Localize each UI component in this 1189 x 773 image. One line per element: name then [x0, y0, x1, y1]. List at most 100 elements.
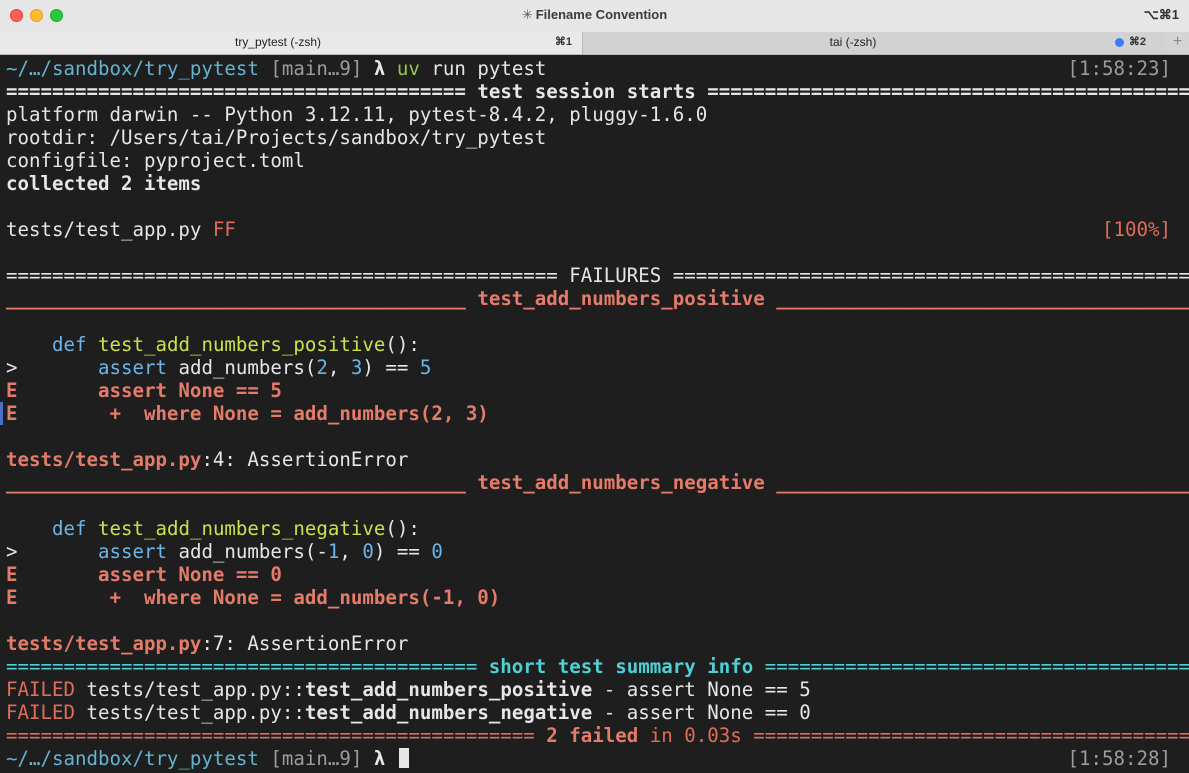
code-assert-line: > assert add_numbers(2, 3) == 5	[6, 356, 431, 379]
title-bar: ✳ Filename Convention ⌥⌘1	[0, 0, 1189, 33]
marker-bar	[0, 402, 3, 425]
prompt-lambda: λ	[373, 747, 386, 770]
code-assert-line: > assert add_numbers(-1, 0) == 0	[6, 540, 443, 563]
progress-result: FF	[212, 218, 236, 241]
terminal-output[interactable]: ~/…/sandbox/try_pytest [main…9] λ uv run…	[0, 55, 1189, 773]
summary-header: ========================================…	[6, 655, 1189, 678]
call-close: ) ==	[362, 356, 420, 379]
failure-test-name: test_add_numbers_negative	[465, 471, 777, 494]
new-tab-button[interactable]: +	[1166, 32, 1189, 54]
prompt-path: ~/…/sandbox/try_pytest	[6, 747, 259, 770]
failure-test-name: test_add_numbers_positive	[465, 287, 777, 310]
summary-bar-right: ========================================…	[764, 655, 1189, 678]
progress-file: tests/test_app.py	[6, 218, 213, 241]
location-file: tests/test_app.py	[6, 448, 202, 471]
command-uv: uv	[396, 57, 420, 80]
arg-sep: ,	[327, 356, 351, 379]
error-detail-line: E + where None = add_numbers(2, 3)	[6, 402, 489, 425]
summary-path: tests/test_app.py::	[74, 701, 305, 724]
prompt-branch: [main…9]	[258, 747, 374, 770]
assert-keyword: assert	[97, 540, 167, 563]
failure-bar-right: ________________________________________…	[776, 471, 1189, 494]
def-keyword: def	[51, 333, 87, 356]
location-rest: :7: AssertionError	[201, 632, 409, 655]
tab-tai[interactable]: tai (-zsh) ⌘2	[582, 32, 1166, 54]
arg-sign: -	[316, 540, 328, 563]
tab-label: try_pytest (-zsh)	[234, 35, 321, 49]
expected-value: 0	[431, 540, 443, 563]
def-rest: ():	[385, 333, 420, 356]
window-title: ✳ Filename Convention	[0, 7, 1189, 23]
failure-header: ________________________________________…	[6, 471, 1189, 494]
arg-2: 3	[350, 356, 363, 379]
prompt-time: [1:58:28]	[1067, 747, 1171, 770]
prompt-line[interactable]: ~/…/sandbox/try_pytest [main…9] λ	[6, 747, 409, 770]
call-text: add_numbers(	[166, 540, 317, 563]
code-def-line: def test_add_numbers_negative():	[6, 517, 420, 540]
def-keyword: def	[51, 517, 87, 540]
failures-bar-left: ========================================…	[6, 264, 558, 287]
arg-1: 1	[327, 540, 340, 563]
run-time: in 0.03s	[638, 724, 754, 747]
tab-bar: try_pytest (-zsh) ⌘1 tai (-zsh) ⌘2 +	[0, 32, 1189, 55]
header-bar-right: ========================================…	[707, 80, 1189, 103]
final-summary: ========================================…	[6, 724, 1189, 747]
failures-bar-right: ========================================…	[672, 264, 1189, 287]
final-bar-left: ========================================…	[6, 724, 547, 747]
assert-keyword: assert	[97, 356, 167, 379]
failures-title: FAILURES	[557, 264, 673, 287]
summary-path: tests/test_app.py::	[74, 678, 305, 701]
spinner-icon: ✳	[521, 7, 533, 22]
tab-shortcut: ⌘1	[554, 36, 572, 48]
location-rest: :4: AssertionError	[201, 448, 409, 471]
summary-line: FAILED tests/test_app.py::test_add_numbe…	[6, 701, 811, 724]
arg-sep: ,	[339, 540, 363, 563]
tab-try-pytest[interactable]: try_pytest (-zsh) ⌘1	[0, 32, 582, 54]
window-shortcut: ⌥⌘1	[1143, 7, 1179, 22]
summary-msg: - assert None == 0	[592, 701, 811, 724]
prompt-branch: [main…9]	[258, 57, 374, 80]
call-close: ) ==	[373, 540, 432, 563]
window-title-text: Filename Convention	[535, 7, 668, 22]
configfile-line: configfile: pyproject.toml	[6, 149, 305, 172]
tab-label: tai (-zsh)	[829, 35, 877, 49]
error-line: E assert None == 5	[6, 379, 282, 402]
code-def-line: def test_add_numbers_positive():	[6, 333, 420, 356]
summary-msg: - assert None == 5	[592, 678, 811, 701]
failure-location: tests/test_app.py:7: AssertionError	[6, 632, 408, 655]
summary-title: short test summary info	[477, 655, 765, 678]
summary-test: test_add_numbers_positive	[304, 678, 593, 701]
summary-status: FAILED	[6, 678, 75, 701]
prompt-line: ~/…/sandbox/try_pytest [main…9] λ uv run…	[6, 57, 546, 80]
failed-count: 2 failed	[546, 724, 639, 747]
progress-line: tests/test_app.py FF	[6, 218, 236, 241]
prompt-lambda: λ	[373, 57, 386, 80]
function-name: test_add_numbers_positive	[97, 333, 386, 356]
location-file: tests/test_app.py	[6, 632, 202, 655]
failure-header: ________________________________________…	[6, 287, 1189, 310]
def-rest: ():	[385, 517, 420, 540]
prompt-path: ~/…/sandbox/try_pytest	[6, 57, 259, 80]
header-bar-left: ========================================	[6, 80, 466, 103]
command-args: run pytest	[419, 57, 547, 80]
function-name: test_add_numbers_negative	[97, 517, 386, 540]
failures-header: ========================================…	[6, 264, 1189, 287]
arg-1: 2	[316, 356, 328, 379]
session-header: ========================================…	[6, 80, 1189, 103]
summary-test: test_add_numbers_negative	[304, 701, 593, 724]
error-detail-line: E + where None = add_numbers(-1, 0)	[6, 586, 501, 609]
progress-percent: [100%]	[1102, 218, 1171, 241]
failure-bar-right: ________________________________________…	[776, 287, 1189, 310]
prompt-time: [1:58:23]	[1067, 57, 1171, 80]
final-bar-right: ========================================…	[753, 724, 1189, 747]
failure-bar-left: ________________________________________	[6, 287, 466, 310]
summary-bar-left: ========================================…	[6, 655, 478, 678]
header-title: test session starts	[465, 80, 708, 103]
failure-bar-left: ________________________________________	[6, 471, 466, 494]
collected-line: collected 2 items	[6, 172, 202, 195]
failure-location: tests/test_app.py:4: AssertionError	[6, 448, 408, 471]
platform-line: platform darwin -- Python 3.12.11, pytes…	[6, 103, 708, 126]
tab-shortcut: ⌘2	[1128, 36, 1146, 48]
summary-line: FAILED tests/test_app.py::test_add_numbe…	[6, 678, 811, 701]
expected-value: 5	[419, 356, 432, 379]
